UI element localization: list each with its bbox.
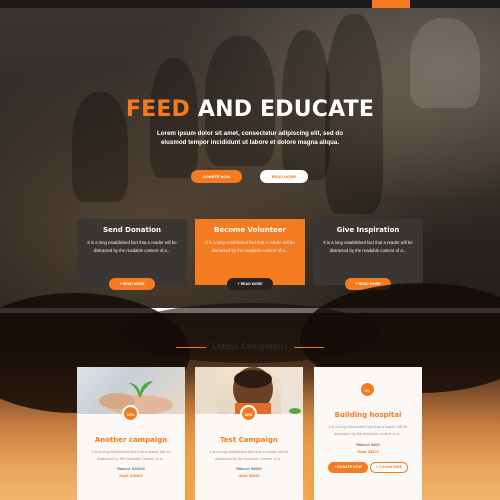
- feature-text: It is a long established fact that a rea…: [205, 240, 295, 253]
- campaign-progress-badge: 18%: [122, 405, 139, 422]
- campaign-text: It is a long established fact that a rea…: [91, 450, 171, 461]
- heading-divider: [176, 346, 207, 348]
- feature-card-send-donation: Send Donation It is a long established f…: [77, 219, 187, 285]
- feature-title: Become Volunteer: [213, 226, 287, 234]
- campaign-text: It is a long established fact that a rea…: [328, 425, 408, 436]
- campaign-progress-badge: 0%: [359, 381, 376, 398]
- feature-read-more-button[interactable]: + READ MORE: [227, 278, 273, 290]
- hero-subtitle: Lorem ipsum dolor sit amet, consectetur …: [156, 130, 343, 146]
- top-bar-accent[interactable]: [372, 0, 410, 8]
- campaign-raised: Raised: $13000: [117, 467, 145, 471]
- feature-card-give-inspiration: Give Inspiration It is a long establishe…: [313, 219, 423, 285]
- campaign-goal: Goal: $3870: [357, 450, 379, 454]
- campaign-goal: Goal: $15400: [119, 474, 143, 478]
- feature-read-more-button[interactable]: + READ MORE: [109, 278, 155, 290]
- feature-text: It is a long established fact that a rea…: [323, 240, 413, 253]
- hero-title: FEED AND EDUCATE: [0, 97, 500, 122]
- feature-title: Send Donation: [102, 226, 162, 234]
- campaign-title[interactable]: Building hospital: [314, 411, 422, 419]
- hero-title-accent: FEED: [125, 97, 191, 122]
- feature-title: Give Inspiration: [336, 226, 400, 234]
- campaign-card[interactable]: 0% Building hospital It is a long establ…: [314, 367, 422, 500]
- top-bar: [0, 0, 500, 8]
- campaigns-heading: Latest Campaigns: [0, 342, 500, 351]
- hero-title-rest: AND EDUCATE: [190, 97, 375, 122]
- campaign-goal: Goal: $5540: [238, 474, 260, 478]
- campaigns-heading-text: Latest Campaigns: [212, 342, 288, 351]
- feature-card-become-volunteer: Become Volunteer It is a long establishe…: [195, 219, 305, 285]
- campaign-raised: Raised: $400: [356, 443, 380, 447]
- campaign-raised: Raised: $3000: [236, 467, 262, 471]
- campaign-text: It is a long established fact that a rea…: [209, 450, 289, 461]
- campaign-title[interactable]: Test Campaign: [195, 436, 303, 444]
- campaign-title[interactable]: Another campaign: [77, 436, 185, 444]
- hero-donate-button[interactable]: DONATE NOW: [191, 170, 242, 183]
- campaign-donate-button[interactable]: + DONATE NOW: [328, 462, 368, 473]
- heading-divider: [293, 346, 324, 348]
- campaign-donators-button[interactable]: + 2 DONATORS: [370, 462, 408, 473]
- hero-photo-figure: [410, 18, 480, 108]
- campaign-card[interactable]: 18% Another campaign It is a long establ…: [77, 367, 185, 500]
- campaign-card[interactable]: 65% Test Campaign It is a long establish…: [195, 367, 303, 500]
- feature-text: It is a long established fact that a rea…: [87, 240, 177, 253]
- page: FEED AND EDUCATE Lorem ipsum dolor sit a…: [0, 0, 500, 500]
- hands-silhouette: [120, 303, 380, 363]
- campaign-progress-badge: 65%: [240, 405, 257, 422]
- hero-read-more-button[interactable]: READ MORE: [260, 170, 308, 183]
